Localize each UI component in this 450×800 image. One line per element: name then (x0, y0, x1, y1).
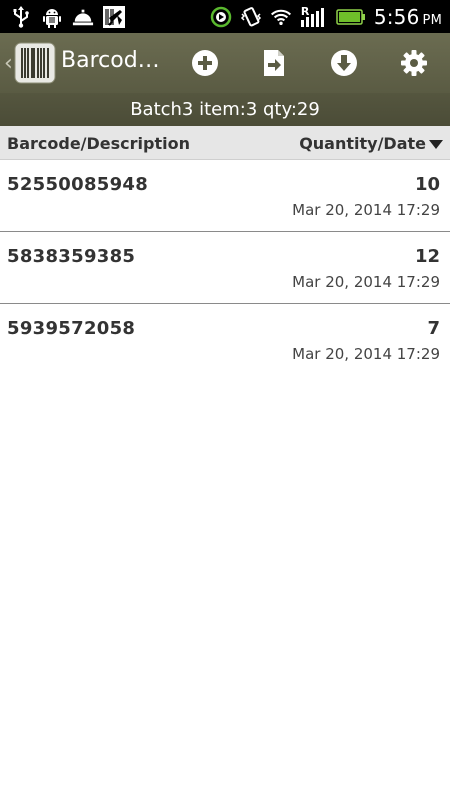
export-icon (264, 50, 284, 76)
roaming-indicator: R (300, 4, 310, 18)
item-barcode: 5939572058 (7, 318, 136, 339)
item-quantity: 10 (414, 174, 440, 195)
list-item[interactable]: 5939572058 7 Mar 20, 2014 17:29 (0, 304, 450, 376)
clock: 5:56 PM (373, 4, 442, 29)
item-quantity: 7 (427, 318, 440, 339)
item-list: 52550085948 10 Mar 20, 2014 17:29 583835… (0, 160, 450, 376)
item-barcode: 52550085948 (7, 174, 149, 195)
up-chevron-icon[interactable]: ‹ (4, 51, 13, 76)
usb-icon (10, 5, 32, 28)
action-bar: ‹ Barcod… (0, 33, 450, 93)
item-date: Mar 20, 2014 17:29 (292, 273, 440, 291)
column-quantity-date-label: Quantity/Date (299, 134, 426, 153)
settings-button[interactable] (396, 45, 432, 81)
export-button[interactable] (256, 45, 292, 81)
system-indicators: R 5:56 PM (210, 3, 442, 30)
item-quantity: 12 (414, 246, 440, 267)
list-item[interactable]: 5838359385 12 Mar 20, 2014 17:29 (0, 232, 450, 304)
android-debug-icon (41, 6, 63, 28)
batch-summary: Batch3 item:3 qty:29 (0, 93, 450, 126)
column-header: Barcode/Description Quantity/Date (0, 126, 450, 160)
wifi-icon (270, 6, 292, 28)
barcode-app-icon (103, 5, 125, 28)
item-date: Mar 20, 2014 17:29 (292, 345, 440, 363)
app-title: Barcod… (61, 48, 160, 73)
service-bell-icon (72, 6, 94, 28)
list-item[interactable]: 52550085948 10 Mar 20, 2014 17:29 (0, 160, 450, 232)
signal-icon: R (300, 4, 328, 28)
add-icon (192, 50, 218, 76)
battery-icon (336, 6, 366, 28)
status-bar: R 5:56 PM (0, 0, 450, 33)
barcode-logo-icon[interactable] (14, 41, 56, 85)
item-barcode: 5838359385 (7, 246, 136, 267)
item-date: Mar 20, 2014 17:29 (292, 201, 440, 219)
sort-descending-icon (429, 139, 443, 149)
add-button[interactable] (187, 45, 223, 81)
vibrate-icon (240, 6, 262, 28)
column-quantity-date[interactable]: Quantity/Date (299, 134, 443, 153)
download-icon (331, 50, 357, 76)
column-barcode-description[interactable]: Barcode/Description (7, 134, 190, 153)
notification-icons (10, 4, 125, 29)
settings-icon (401, 50, 427, 76)
download-button[interactable] (326, 45, 362, 81)
sync-icon (210, 6, 232, 28)
